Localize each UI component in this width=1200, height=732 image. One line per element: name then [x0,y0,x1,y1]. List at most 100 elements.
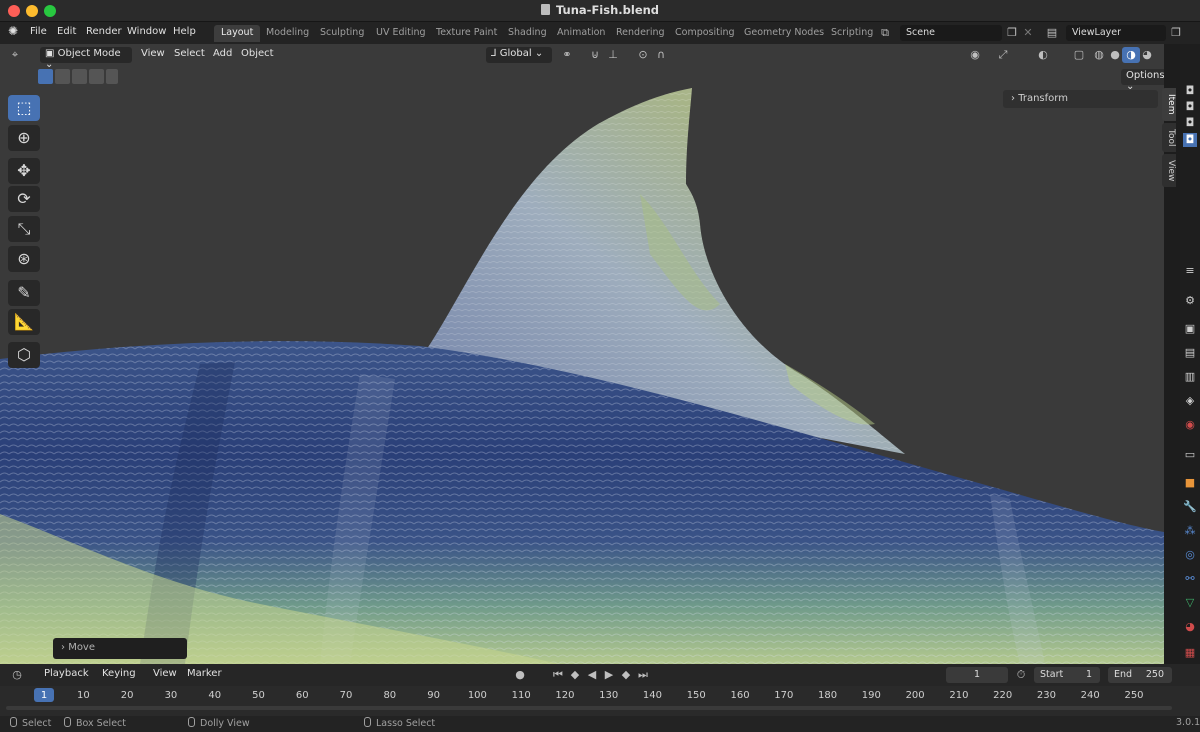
transform-panel-header[interactable]: › Transform [1003,90,1158,108]
tab-rendering[interactable]: Rendering [609,25,672,42]
physics-properties-icon[interactable]: ◎ [1183,548,1197,562]
menu-marker[interactable]: Marker [187,668,222,679]
menu-render[interactable]: Render [86,26,122,37]
pivot-point-icon[interactable]: ⚭ [558,47,576,63]
tool-properties-icon[interactable]: ⚙ [1183,294,1197,308]
blender-logo-icon[interactable]: ✺ [8,24,18,38]
tab-item[interactable]: Item [1162,88,1176,121]
last-operator-panel[interactable]: › Move [53,638,187,659]
select-subtract-icon[interactable] [72,69,87,84]
play-icon[interactable]: ▶ [600,667,618,683]
scene-properties-icon[interactable]: ◈ [1183,394,1197,408]
timeline-editor-type-icon[interactable]: ◷ [8,667,26,683]
menu-timeline-view[interactable]: View [153,668,177,679]
view-layer-field[interactable]: ViewLayer [1066,25,1166,41]
render-properties-icon[interactable]: ▣ [1183,322,1197,336]
modifier-properties-icon[interactable]: 🔧 [1183,500,1197,514]
end-frame-field[interactable]: End 250 [1108,667,1172,683]
cursor-tool[interactable]: ⊕ [8,125,40,151]
scene-name-field[interactable]: Scene [900,25,1002,41]
menu-file[interactable]: File [30,26,47,37]
tab-texture-paint[interactable]: Texture Paint [429,25,504,42]
select-extend-icon[interactable] [55,69,70,84]
tab-view[interactable]: View [1162,153,1176,188]
measure-tool[interactable]: 📐 [8,309,40,335]
menu-select[interactable]: Select [174,48,205,59]
sidebar-tabs: Item Tool View [1162,88,1178,189]
jump-to-end-icon[interactable]: ⏭ [634,667,652,683]
output-properties-icon[interactable]: ▤ [1183,346,1197,360]
material-properties-icon[interactable]: ◕ [1183,620,1197,634]
menu-view[interactable]: View [141,48,165,59]
menu-playback[interactable]: Playback [44,668,89,679]
tab-scripting[interactable]: Scripting [824,25,880,42]
gizmo-icon[interactable]: ⤢ [994,47,1012,63]
transform-tool[interactable]: ⊛ [8,246,40,272]
current-frame-field[interactable]: 1 [946,667,1008,683]
tab-uv-editing[interactable]: UV Editing [369,25,433,42]
tab-sculpting[interactable]: Sculpting [313,25,371,42]
menu-object[interactable]: Object [241,48,274,59]
world-properties-icon[interactable]: ◉ [1183,418,1197,432]
object-properties-icon[interactable]: ■ [1183,476,1197,490]
rotate-tool[interactable]: ⟳ [8,186,40,212]
view-layer-properties-icon[interactable]: ▥ [1183,370,1197,384]
view-layer-selector-icon[interactable]: ▤ [1043,25,1061,41]
tab-animation[interactable]: Animation [550,25,612,42]
menu-help[interactable]: Help [173,26,196,37]
tab-layout[interactable]: Layout [214,25,261,42]
timeline-scrollbar[interactable] [6,706,1172,710]
move-tool[interactable]: ✥ [8,158,40,184]
data-properties-icon[interactable]: ▽ [1183,596,1197,610]
scale-tool[interactable]: ⤡ [8,216,40,242]
collection-properties-icon[interactable]: ▭ [1183,448,1197,462]
jump-to-start-icon[interactable]: ⏮ [549,667,567,683]
camera-icon[interactable]: ◘ [1183,100,1197,114]
snap-icon[interactable]: ⊍ [586,47,604,63]
menu-add[interactable]: Add [213,48,232,59]
visibility-icon[interactable]: ◉ [966,47,984,63]
particles-properties-icon[interactable]: ⁂ [1183,524,1197,538]
tab-geometry-nodes[interactable]: Geometry Nodes [737,25,831,42]
select-intersect-icon[interactable] [106,69,118,84]
snap-target-icon[interactable]: ⊥ [604,47,622,63]
tab-modeling[interactable]: Modeling [259,25,316,42]
menu-edit[interactable]: Edit [57,26,76,37]
mode-dropdown[interactable]: ▣ Object Mode ⌄ [40,47,132,70]
falloff-icon[interactable]: ∩ [652,47,670,63]
tab-compositing[interactable]: Compositing [668,25,742,42]
proportional-edit-icon[interactable]: ⊙ [634,47,652,63]
3d-viewport[interactable]: ⌖ ▣ Object Mode ⌄ View Select Add Object… [0,44,1164,664]
select-new-icon[interactable] [38,69,53,84]
menu-keying[interactable]: Keying [102,668,136,679]
texture-properties-icon[interactable]: ▦ [1183,646,1197,660]
menu-icon[interactable]: ≡ [1183,264,1197,278]
jump-to-previous-keyframe-icon[interactable]: ◆ [566,667,584,683]
new-view-layer-icon[interactable]: ❐ [1167,25,1185,41]
rendered-shading-icon[interactable]: ◕ [1138,47,1156,63]
transform-orientation-dropdown[interactable]: ⅃ Global ⌄ [486,47,552,63]
options-dropdown[interactable]: Options ⌄ [1121,69,1164,92]
play-reverse-icon[interactable]: ◀ [583,667,601,683]
camera-icon[interactable]: ◘ [1183,116,1197,130]
constraint-properties-icon[interactable]: ⚯ [1183,572,1197,586]
tab-shading[interactable]: Shading [501,25,554,42]
camera-icon[interactable]: ◘ [1183,84,1197,98]
delete-scene-icon[interactable]: ✕ [1019,25,1037,41]
status-bar: Select Box Select Dolly View Lasso Selec… [0,716,1200,732]
start-frame-field[interactable]: Start 1 [1034,667,1100,683]
menu-window[interactable]: Window [127,26,166,37]
add-cube-tool[interactable]: ⬡ [8,342,40,368]
select-box-tool[interactable]: ⬚ [8,95,40,121]
scene-selector-icon[interactable]: ⧉ [876,25,894,41]
xray-icon[interactable]: ▢ [1070,47,1088,63]
auto-keying-icon[interactable]: ● [511,667,529,683]
annotate-tool[interactable]: ✎ [8,280,40,306]
stopwatch-icon[interactable]: ⏱ [1012,667,1030,683]
jump-to-next-keyframe-icon[interactable]: ◆ [617,667,635,683]
tab-tool[interactable]: Tool [1162,122,1176,152]
editor-type-icon[interactable]: ⌖ [6,47,24,63]
camera-icon[interactable]: ◘ [1183,133,1197,147]
overlays-icon[interactable]: ◐ [1034,47,1052,63]
select-invert-icon[interactable] [89,69,104,84]
